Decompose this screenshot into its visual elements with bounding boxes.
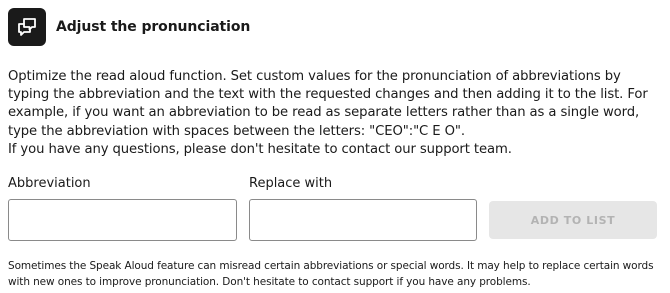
page-title: Adjust the pronunciation <box>56 19 251 35</box>
replace-with-input[interactable] <box>249 199 477 241</box>
instructions-paragraph: Optimize the read aloud function. Set cu… <box>8 69 648 139</box>
replace-with-label: Replace with <box>249 176 333 191</box>
instructions-text: Optimize the read aloud function. Set cu… <box>8 68 664 159</box>
abbreviation-label: Abbreviation <box>8 176 91 191</box>
add-to-list-button[interactable]: ADD TO LIST <box>489 201 657 239</box>
support-paragraph: If you have any questions, please don't … <box>8 141 512 157</box>
section-header: Adjust the pronunciation <box>8 8 250 46</box>
pronunciation-chat-icon <box>8 8 46 46</box>
abbreviation-input[interactable] <box>8 199 237 241</box>
footnote-text: Sometimes the Speak Aloud feature can mi… <box>8 260 654 288</box>
